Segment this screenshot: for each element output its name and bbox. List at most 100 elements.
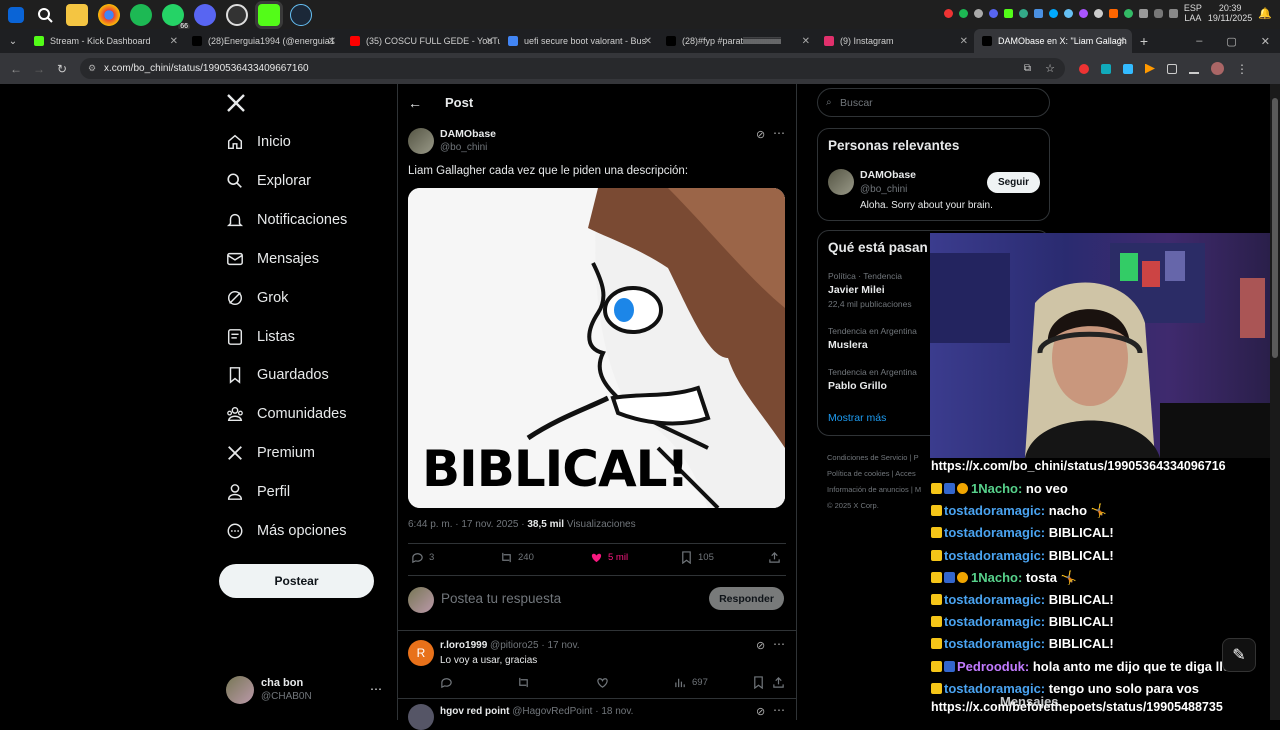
address-bar[interactable]: ⚙ x.com/bo_chini/status/1990536433409667… xyxy=(80,58,1065,79)
nav-item[interactable]: Explorar xyxy=(226,172,311,190)
nav-item[interactable]: Guardados xyxy=(226,366,329,385)
kick-icon[interactable] xyxy=(258,3,280,26)
tray-app-icon[interactable] xyxy=(1123,8,1133,18)
views-action[interactable]: 697 xyxy=(674,676,708,689)
browser-tab[interactable]: uefi secure boot valorant - Bus ✕ xyxy=(500,29,658,53)
reply-action[interactable] xyxy=(440,676,453,689)
tray-mic-icon[interactable] xyxy=(1153,8,1163,18)
back-icon[interactable]: ← xyxy=(10,62,22,76)
close-tab-icon[interactable]: ✕ xyxy=(486,36,494,47)
tray-app-icon[interactable] xyxy=(943,8,953,18)
tab-search-icon[interactable]: ⌄ xyxy=(0,36,26,47)
trend-name[interactable]: Pablo Grillo xyxy=(828,380,887,392)
user-avatar[interactable] xyxy=(226,676,254,704)
relevant-name[interactable]: DAMObase xyxy=(860,169,916,181)
like-action[interactable] xyxy=(596,676,609,689)
share-action[interactable] xyxy=(768,551,781,564)
nav-item[interactable]: Mensajes xyxy=(226,250,319,268)
close-window-button[interactable]: ✕ xyxy=(1261,35,1270,48)
site-info-icon[interactable]: ⚙ xyxy=(88,63,96,74)
grok-icon[interactable]: ⊘ xyxy=(756,705,765,718)
nav-item[interactable]: Premium xyxy=(226,444,315,462)
tray-network-icon[interactable] xyxy=(1138,8,1148,18)
steam-icon[interactable] xyxy=(290,3,312,26)
nav-item[interactable]: Notificaciones xyxy=(226,211,347,229)
x-logo-icon[interactable] xyxy=(226,93,246,118)
show-more-link[interactable]: Mostrar más xyxy=(828,412,886,424)
relevant-handle[interactable]: @bo_chini xyxy=(860,184,907,195)
reply-button[interactable]: Responder xyxy=(709,587,784,610)
scrollbar-thumb[interactable] xyxy=(1272,98,1278,358)
close-tab-icon[interactable]: ✕ xyxy=(802,36,810,47)
extension-icon[interactable] xyxy=(1079,63,1089,74)
notification-bell-icon[interactable]: 🔔 xyxy=(1258,7,1272,20)
reading-list-icon[interactable] xyxy=(1189,64,1199,74)
more-options-icon[interactable]: ⋯ xyxy=(773,126,785,140)
file-explorer-icon[interactable] xyxy=(66,3,88,26)
profile-avatar[interactable] xyxy=(1211,62,1224,75)
nav-item[interactable]: Inicio xyxy=(226,133,291,151)
reply-avatar[interactable] xyxy=(408,704,434,730)
author-handle[interactable]: @bo_chini xyxy=(440,142,487,153)
grok-icon[interactable]: ⊘ xyxy=(756,639,765,652)
nav-item[interactable]: Comunidades xyxy=(226,405,346,423)
search-icon[interactable] xyxy=(34,4,56,26)
forward-icon[interactable]: → xyxy=(33,62,45,76)
trend-name[interactable]: Javier Milei xyxy=(828,284,885,296)
reply-avatar[interactable]: R xyxy=(408,640,434,666)
close-tab-icon[interactable]: ✕ xyxy=(328,36,336,47)
more-options-icon[interactable]: ⋯ xyxy=(773,703,785,717)
browser-tab[interactable]: DAMObase en X: "Liam Gallagh ✕ xyxy=(974,29,1132,53)
back-arrow-icon[interactable]: ← xyxy=(408,95,422,111)
account-menu-icon[interactable]: ⋯ xyxy=(370,682,382,696)
close-tab-icon[interactable]: ✕ xyxy=(644,36,652,47)
tray-app-icon[interactable] xyxy=(1018,8,1028,18)
discord-icon[interactable] xyxy=(194,3,216,26)
tray-app-icon[interactable] xyxy=(1108,8,1118,18)
obs-icon[interactable] xyxy=(226,3,248,26)
tray-language[interactable]: ESP LAA xyxy=(1184,3,1202,23)
chrome-icon[interactable] xyxy=(98,3,120,26)
reload-icon[interactable]: ↻ xyxy=(57,62,67,76)
tray-discord-icon[interactable] xyxy=(988,8,998,18)
tray-app-icon[interactable] xyxy=(1048,8,1058,18)
nav-item[interactable]: Listas xyxy=(226,328,295,346)
nav-item[interactable]: Grok xyxy=(226,289,288,307)
windows-start-icon[interactable] xyxy=(8,6,24,23)
spotify-icon[interactable] xyxy=(130,3,152,26)
reply-action[interactable]: 3 xyxy=(411,551,434,564)
post-image[interactable]: BIBLICAL! xyxy=(408,188,785,508)
whatsapp-icon[interactable]: 66 xyxy=(162,3,190,30)
tray-app-icon[interactable] xyxy=(973,8,983,18)
trend-name[interactable]: Muslera xyxy=(828,339,868,351)
tray-clock[interactable]: 20:39 19/11/2025 xyxy=(1208,3,1252,23)
tray-volume-icon[interactable] xyxy=(1168,8,1178,18)
tray-app-icon[interactable] xyxy=(1093,8,1103,18)
browser-tab[interactable]: Stream - Kick Dashboard ✕ xyxy=(26,29,184,53)
new-tab-button[interactable]: + xyxy=(1132,33,1156,49)
repost-action[interactable] xyxy=(517,676,530,689)
tray-spotify-icon[interactable] xyxy=(958,8,968,18)
extension-icon[interactable] xyxy=(1123,63,1133,74)
close-tab-icon[interactable]: ✕ xyxy=(1118,36,1126,47)
reply-input[interactable]: Postea tu respuesta xyxy=(441,591,561,606)
minimize-button[interactable]: – xyxy=(1196,35,1202,48)
nav-item[interactable]: Perfil xyxy=(226,483,290,501)
browser-tab[interactable]: (28)#fyp #paratiiiiiiiiiiiiiiiiiii ✕ xyxy=(658,29,816,53)
install-app-icon[interactable]: ⧉ xyxy=(1024,63,1031,74)
close-tab-icon[interactable]: ✕ xyxy=(170,36,178,47)
like-action[interactable]: 5 mil xyxy=(590,551,628,564)
follow-button[interactable]: Seguir xyxy=(987,172,1040,193)
page-scrollbar[interactable] xyxy=(1270,84,1280,720)
close-tab-icon[interactable]: ✕ xyxy=(960,36,968,47)
grok-icon[interactable]: ⊘ xyxy=(756,128,765,141)
bookmark-action[interactable]: 105 xyxy=(680,551,714,564)
share-action[interactable] xyxy=(772,676,785,689)
messages-drawer-label[interactable]: Mensajes xyxy=(1000,694,1059,709)
nav-item[interactable]: Más opciones xyxy=(226,522,346,540)
tray-app-icon[interactable] xyxy=(1033,8,1043,18)
extensions-puzzle-icon[interactable] xyxy=(1167,63,1177,74)
repost-action[interactable]: 240 xyxy=(500,551,534,564)
browser-tab[interactable]: (35) COSCU FULL GEDE - YouTu ✕ xyxy=(342,29,500,53)
extension-icon[interactable] xyxy=(1101,63,1111,74)
